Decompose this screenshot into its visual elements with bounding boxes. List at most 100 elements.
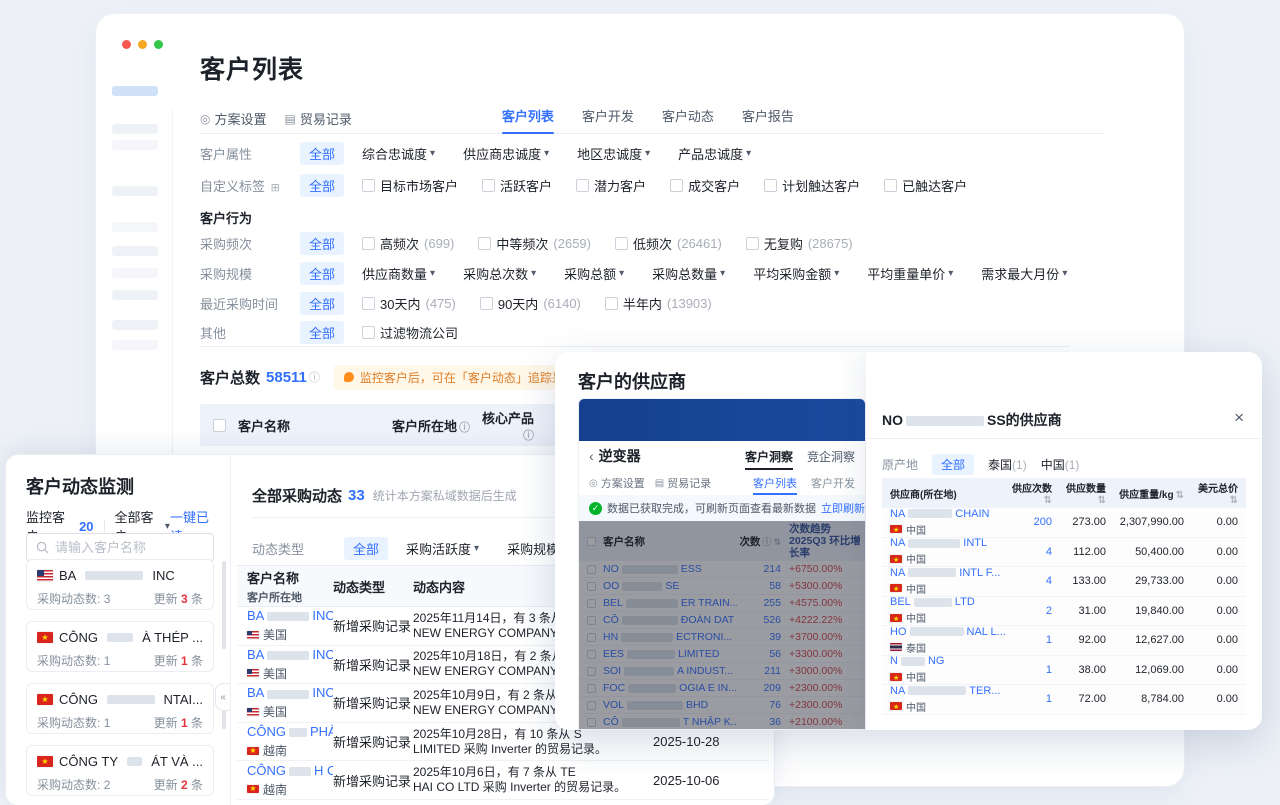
checkbox[interactable]	[362, 325, 376, 339]
monitored-customer-card[interactable]: CÔNGNTAI... 采购动态数: 1更新 1 条	[26, 683, 214, 734]
info-icon[interactable]: ⓘ	[459, 422, 470, 434]
sort-icon[interactable]: ⇅	[1230, 495, 1238, 506]
checkbox[interactable]	[478, 236, 492, 250]
checkbox[interactable]	[670, 178, 684, 192]
supplier-row[interactable]: NNG中国 138.0012,069.000.00	[882, 655, 1246, 685]
filter-all-chip[interactable]: 全部	[300, 173, 345, 197]
supplier-name-link[interactable]: NA TER...	[890, 685, 1005, 697]
tab-customer-report[interactable]: 客户报告	[728, 104, 808, 134]
checkbox-30-days[interactable]: 30天内 (475)	[362, 294, 456, 313]
trade-records-button[interactable]: ▤ 贸易记录	[655, 475, 711, 491]
supplier-name-link[interactable]: NA CHAIN	[890, 508, 1005, 520]
dropdown-total-amount[interactable]: 采购总额 ▾	[564, 264, 624, 283]
dropdown-supplier-loyalty[interactable]: 供应商忠诚度 ▾	[463, 144, 549, 163]
checkbox-mid-freq[interactable]: 中等频次 (2659)	[478, 234, 591, 253]
trade-records-button[interactable]: ▤ 贸易记录	[285, 109, 352, 128]
dropdown-total-qty[interactable]: 采购总数量 ▾	[652, 264, 725, 283]
checkbox-high-freq[interactable]: 高频次 (699)	[362, 234, 454, 253]
filter-all-chip[interactable]: 全部	[300, 291, 345, 315]
origin-all-chip[interactable]: 全部	[932, 454, 975, 475]
checkbox-target-market[interactable]: 目标市场客户	[362, 176, 458, 195]
tab-customer-list[interactable]: 客户列表	[488, 104, 568, 134]
checkbox-planned-reach[interactable]: 计划触达客户	[764, 176, 860, 195]
tab-customer-insight[interactable]: 客户洞察	[744, 448, 793, 470]
checkbox-low-freq[interactable]: 低频次 (26461)	[614, 234, 722, 253]
supplier-row[interactable]: BELLTD中国 231.0019,840.000.00	[882, 596, 1246, 626]
customer-name-link[interactable]: CÔNGPHÀ...	[247, 724, 333, 739]
checkbox[interactable]	[482, 178, 496, 192]
checkbox-no-repeat[interactable]: 无复购 (28675)	[745, 234, 853, 253]
dropdown-region-loyalty[interactable]: 地区忠诚度 ▾	[577, 144, 650, 163]
checkbox[interactable]	[576, 178, 590, 192]
monitored-customer-card[interactable]: CÔNG TYÁT VÀ ... 采购动态数: 2更新 2 条	[26, 745, 214, 796]
filter-all-chip[interactable]: 全部	[300, 231, 345, 255]
checkbox-closed-customer[interactable]: 成交客户	[670, 176, 740, 195]
dynamics-row[interactable]: CÔNGH C...越南 新增采购记录 2025年10月6日，有 7 条从 TE…	[237, 761, 769, 800]
customer-name-link[interactable]: BA INC	[247, 608, 333, 623]
collapse-list-button[interactable]: «	[215, 683, 230, 711]
sort-icon[interactable]: ⇅	[1176, 490, 1184, 501]
customer-name-link[interactable]: CÔNGH C...	[247, 763, 333, 778]
checkbox[interactable]	[745, 236, 759, 250]
dropdown-avg-amount[interactable]: 平均采购金额 ▾	[753, 264, 839, 283]
checkbox-reached[interactable]: 已触达客户	[884, 176, 967, 195]
checkbox-half-year[interactable]: 半年内 (13903)	[604, 294, 712, 313]
monitored-customer-card[interactable]: BA INC 采购动态数: 3 更新 3 条	[26, 559, 214, 610]
supplier-name-link[interactable]: HO NAL L...	[890, 626, 1005, 638]
customer-name-link[interactable]: BA INC	[247, 647, 333, 662]
checkbox-filter-logistics[interactable]: 过滤物流公司	[362, 323, 458, 342]
back-icon[interactable]: ‹	[589, 448, 594, 464]
info-icon[interactable]: ⓘ	[309, 369, 320, 385]
filter-all-chip[interactable]: 全部	[300, 141, 345, 165]
sort-icon[interactable]: ⇅	[1044, 495, 1052, 506]
search-input[interactable]	[55, 540, 195, 555]
supplier-row[interactable]: HO NAL L... 泰国 1 92.00 12,627.00 0.00	[882, 626, 1246, 656]
dropdown-peak-month[interactable]: 需求最大月份 ▾	[981, 264, 1067, 283]
supplier-row[interactable]: NAINTL F...中国 4133.0029,733.000.00	[882, 567, 1246, 597]
dropdown-total-times[interactable]: 采购总次数 ▾	[463, 264, 536, 283]
supplier-row[interactable]: NACHAIN中国 200273.002,307,990.000.00	[882, 508, 1246, 538]
supplier-name-link[interactable]: BEL LTD	[890, 596, 1005, 608]
tab-customer-development[interactable]: 客户开发	[568, 104, 648, 134]
checkbox[interactable]	[362, 178, 376, 192]
plan-settings-button[interactable]: ◎ 方案设置	[200, 109, 267, 128]
tab-customer-development[interactable]: 客户开发	[811, 475, 855, 491]
filter-all-chip[interactable]: 全部	[300, 320, 345, 344]
dropdown-overall-loyalty[interactable]: 综合忠诚度 ▾	[362, 144, 435, 163]
checkbox[interactable]	[614, 236, 628, 250]
supplier-row[interactable]: NATER...中国 172.008,784.000.00	[882, 685, 1246, 715]
supplier-name-link[interactable]: N NG	[890, 655, 1005, 667]
checkbox[interactable]	[479, 296, 493, 310]
checkbox[interactable]	[604, 296, 618, 310]
tab-competitor-insight[interactable]: 竞企洞察	[807, 448, 855, 465]
select-all-checkbox[interactable]	[212, 418, 226, 432]
refresh-now-link[interactable]: 立即刷新	[821, 500, 865, 516]
dropdown-avg-unit-price[interactable]: 平均重量单价 ▾	[867, 264, 953, 283]
checkbox[interactable]	[362, 296, 376, 310]
checkbox[interactable]	[764, 178, 778, 192]
close-icon[interactable]: ×	[1234, 408, 1244, 428]
supplier-name-link[interactable]: NA INTL F...	[890, 567, 1005, 579]
filter-all-chip[interactable]: 全部	[300, 261, 345, 285]
origin-thailand[interactable]: 泰国(1)	[988, 456, 1027, 473]
dropdown-supplier-count[interactable]: 供应商数量 ▾	[362, 264, 435, 283]
scrollbar-thumb[interactable]	[222, 561, 226, 649]
checkbox-90-days[interactable]: 90天内 (6140)	[479, 294, 581, 313]
dropdown-purchase-activity[interactable]: 采购活跃度 ▾	[406, 539, 479, 558]
checkbox[interactable]	[884, 178, 898, 192]
minimize-traffic-light-icon[interactable]	[138, 40, 147, 49]
maximize-traffic-light-icon[interactable]	[154, 40, 163, 49]
manage-tags-icon[interactable]: ⊞	[271, 182, 280, 194]
checkbox-potential-customer[interactable]: 潜力客户	[576, 176, 646, 195]
tab-customer-dynamics[interactable]: 客户动态	[648, 104, 728, 134]
customer-search-box[interactable]	[26, 533, 214, 562]
filter-all-chip[interactable]: 全部	[344, 537, 389, 560]
close-traffic-light-icon[interactable]	[122, 40, 131, 49]
supplier-name-link[interactable]: NA INTL	[890, 537, 1005, 549]
tab-customer-list[interactable]: 客户列表	[753, 475, 797, 495]
plan-settings-button[interactable]: ◎ 方案设置	[589, 475, 645, 491]
checkbox-active-customer[interactable]: 活跃客户	[482, 176, 552, 195]
sort-icon[interactable]: ⇅	[1098, 495, 1106, 506]
info-icon[interactable]: ⓘ	[523, 430, 534, 442]
origin-china[interactable]: 中国(1)	[1041, 456, 1080, 473]
